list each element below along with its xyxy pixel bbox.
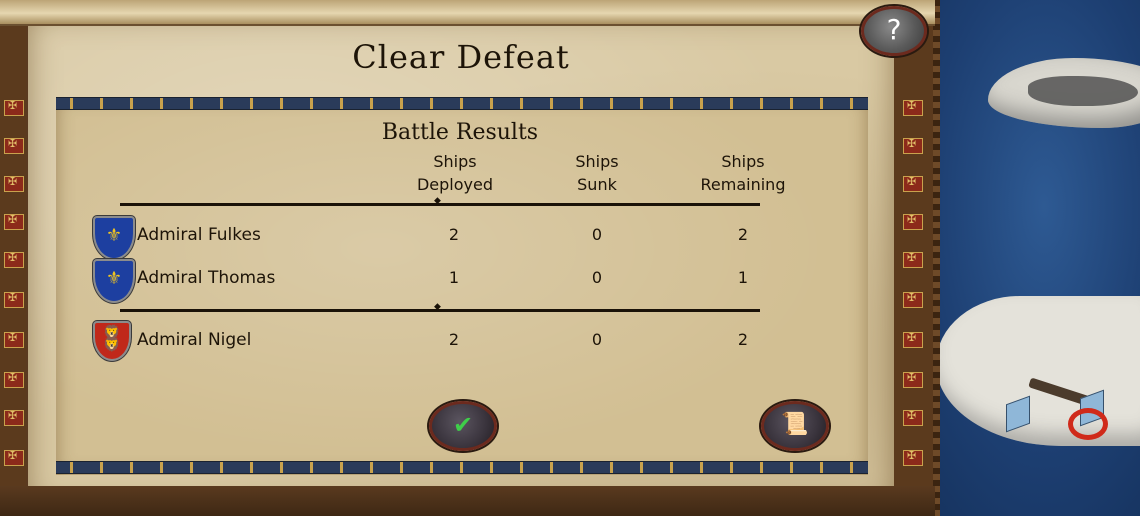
battle-log-button[interactable]: 📜: [761, 401, 829, 451]
page-title: Clear Defeat: [352, 38, 570, 76]
ships-sunk: 0: [591, 225, 603, 244]
ships-remaining: 1: [737, 268, 749, 287]
header-divider: [120, 196, 760, 206]
ships-remaining: 2: [737, 330, 749, 349]
checkmark-icon: ✔: [452, 411, 474, 439]
column-header-remaining: Ships Remaining: [700, 152, 786, 194]
frame-left-border: [0, 0, 26, 516]
ships-sunk: 0: [591, 268, 603, 287]
ships-deployed: 1: [448, 268, 460, 287]
admiral-name: Admiral Fulkes: [137, 225, 261, 245]
ships-deployed: 2: [448, 225, 460, 244]
scroll-top-rod: [0, 0, 935, 26]
column-header-deployed: Ships Deployed: [416, 152, 494, 194]
scroll-icon: 📜: [781, 412, 809, 437]
ships-sunk: 0: [591, 330, 603, 349]
frame-right-border: [893, 0, 933, 516]
scroll-bottom-rod: [0, 486, 935, 516]
island-south: [936, 296, 1140, 446]
confirm-button[interactable]: ✔: [429, 401, 497, 451]
ships-deployed: 2: [448, 330, 460, 349]
selection-ring: [1068, 408, 1108, 440]
admiral-name: Admiral Thomas: [137, 268, 276, 288]
column-header-sunk: Ships Sunk: [575, 152, 619, 194]
side-divider: [120, 302, 760, 312]
panel-top-border: [56, 97, 868, 110]
island-north: [988, 58, 1140, 128]
mountain-rocks: [1028, 76, 1138, 106]
ships-remaining: 2: [737, 225, 749, 244]
panel-bottom-border: [56, 461, 868, 474]
battle-results-heading: Battle Results: [381, 120, 539, 145]
admiral-name: Admiral Nigel: [137, 330, 252, 350]
